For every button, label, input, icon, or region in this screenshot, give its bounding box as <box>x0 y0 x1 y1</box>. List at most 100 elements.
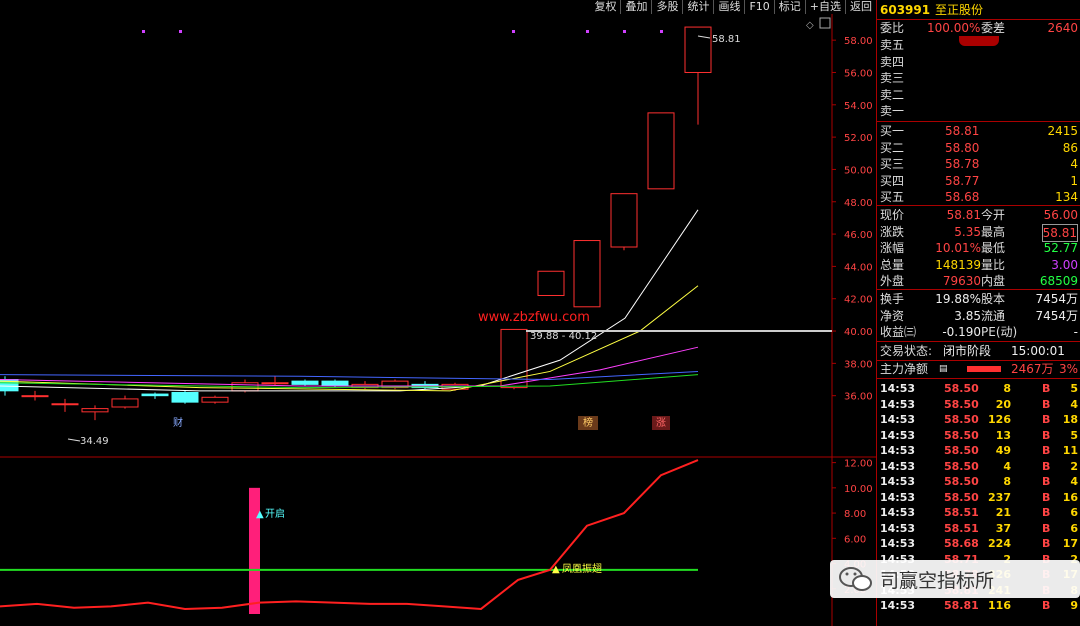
tick-volume: 37 <box>995 521 1011 535</box>
tick-volume: 8 <box>1003 382 1011 395</box>
tick-time: 14:53 <box>880 599 916 612</box>
tick-time: 14:53 <box>880 490 916 504</box>
value-text: 股本 <box>981 292 1006 306</box>
indicator-line <box>0 459 699 610</box>
tick-row: 14:53 58.50 4 B 2 <box>877 459 1080 474</box>
toolbar-button-3[interactable]: 统计 <box>682 0 714 14</box>
candle-body <box>610 193 638 248</box>
sell-level-label: 卖四 <box>880 54 905 69</box>
buy-price: 58.80 <box>945 140 980 155</box>
candle-body <box>201 396 229 403</box>
toolbar-button-1[interactable]: 叠加 <box>620 0 652 14</box>
tick-price: 58.50 <box>944 382 979 395</box>
toolbar-button-8[interactable]: 返回 <box>845 0 876 14</box>
tick-count: 9 <box>1070 599 1078 612</box>
buy-volume: 2415 <box>1047 124 1078 138</box>
buy-level-row: 买五 58.68 134 <box>877 189 1080 205</box>
ma20-line <box>0 346 699 387</box>
candle-body <box>537 270 565 296</box>
tick-row: 14:53 58.50 8 B 5 <box>877 381 1080 396</box>
candle-body <box>21 395 49 398</box>
toolbar-button-2[interactable]: 多股 <box>651 0 683 14</box>
sell-level-label: 卖一 <box>880 104 905 118</box>
buy-volume: 134 <box>1055 190 1078 204</box>
buy-level-label: 买四 <box>880 173 905 188</box>
value-text: 58.81 <box>946 208 981 222</box>
tick-row: 14:53 58.51 21 B 6 <box>877 505 1080 520</box>
fundamental-row: 净资 3.85 流通 7454万 <box>877 308 1080 324</box>
quote-row: 总量 148139 量比 3.00 <box>877 257 1080 273</box>
candle-body <box>321 380 349 387</box>
buy-level-row: 买二 58.80 86 <box>877 140 1080 156</box>
tick-time: 14:53 <box>880 444 916 457</box>
buy-price: 58.68 <box>945 190 980 204</box>
indicator-axis-tick: 8.00 <box>844 509 866 520</box>
tick-time: 14:53 <box>880 521 916 535</box>
tick-volume: 21 <box>995 506 1011 519</box>
tick-direction: B <box>1042 506 1051 519</box>
buy-level-label: 买一 <box>880 124 905 138</box>
event-dot <box>660 30 663 33</box>
buy-volume: 86 <box>1062 140 1078 155</box>
toolbar-button-0[interactable]: 复权 <box>590 0 621 14</box>
event-dot <box>179 30 182 33</box>
value-text: 收益㈢ <box>880 325 917 339</box>
toolbar-button-7[interactable]: +自选 <box>804 0 845 14</box>
tick-volume: 116 <box>988 599 1011 612</box>
tick-count: 6 <box>1070 506 1078 519</box>
sell-level-row: 卖二 <box>877 87 1080 103</box>
wechat-icon <box>839 567 872 591</box>
stock-code: 603991 <box>880 3 931 17</box>
value-text: 现价 <box>880 208 905 222</box>
tick-row: 14:53 58.50 20 B 4 <box>877 397 1080 412</box>
price-axis-tick: 40.00 <box>844 327 873 338</box>
sell-level-row: 卖一 <box>877 103 1080 119</box>
sell-level-label: 卖五 <box>880 38 905 52</box>
tick-row: 14:53 58.50 8 B 4 <box>877 474 1080 489</box>
kline-chart[interactable]: 58.00 56.00 54.00 52.00 50.00 48.00 46.00 44.00… <box>0 14 876 626</box>
toolbar-button-5[interactable]: F10 <box>744 0 774 14</box>
window-toggle-icon[interactable] <box>819 17 831 29</box>
candle-body <box>81 408 109 413</box>
site-watermark: www.zbzfwu.com <box>478 310 590 325</box>
buy-level-row: 买四 58.77 1 <box>877 173 1080 189</box>
main-flow-row: 主力净额 ▤ 2467万 3% <box>880 362 1078 376</box>
toolbar-button-6[interactable]: 标记 <box>773 0 805 14</box>
tick-count: 2 <box>1070 459 1078 473</box>
tick-count: 5 <box>1070 428 1078 442</box>
sell-level-row: 卖三 <box>877 70 1080 86</box>
candle-body <box>573 240 601 308</box>
value-text: 79630 <box>942 274 981 288</box>
marker-cai: 财 <box>173 416 183 429</box>
low-price-label: 34.49 <box>80 436 109 447</box>
diamond-icon[interactable]: ◇ <box>806 20 814 31</box>
value-text: 量比 <box>981 257 1006 272</box>
price-axis-tick: 58.00 <box>844 36 873 47</box>
signal-fly-label: 凤凰振翅 <box>562 562 602 575</box>
quote-row: 现价 58.81 今开 56.00 <box>877 207 1080 223</box>
price-axis-tick: 56.00 <box>844 68 873 79</box>
tick-direction: B <box>1042 397 1051 411</box>
value-text: 3.00 <box>1051 257 1078 272</box>
tick-direction: B <box>1042 599 1051 612</box>
quote-row: 外盘 79630 内盘 68509 <box>877 273 1080 289</box>
value-text: 今开 <box>981 208 1006 222</box>
candle-body <box>261 382 289 385</box>
flow-bar <box>967 366 1001 372</box>
tick-row: 14:53 58.68 224 B 17 <box>877 536 1080 551</box>
value-text: 涨跌 <box>880 224 905 239</box>
marker-bang: 榜 <box>583 416 593 429</box>
tick-volume: 49 <box>995 444 1011 457</box>
tick-price: 58.50 <box>944 490 979 504</box>
candle-body <box>647 112 675 190</box>
value-text: 3.85 <box>954 308 981 323</box>
value-text: PE(动) <box>981 325 1018 339</box>
tick-row: 14:53 58.50 237 B 16 <box>877 490 1080 505</box>
range-label: 39.88 - 40.12 <box>530 331 597 342</box>
price-axis-tick: 50.00 <box>844 165 873 176</box>
tick-row: 14:53 58.51 37 B 6 <box>877 521 1080 536</box>
event-dot <box>623 30 626 33</box>
quote-panel: 603991 至正股份 委比 100.00% 委差 2640 卖五 卖四 卖三 卖二卖… <box>876 0 1080 626</box>
sell-level-label: 卖三 <box>880 71 905 85</box>
toolbar-button-4[interactable]: 画线 <box>713 0 745 14</box>
